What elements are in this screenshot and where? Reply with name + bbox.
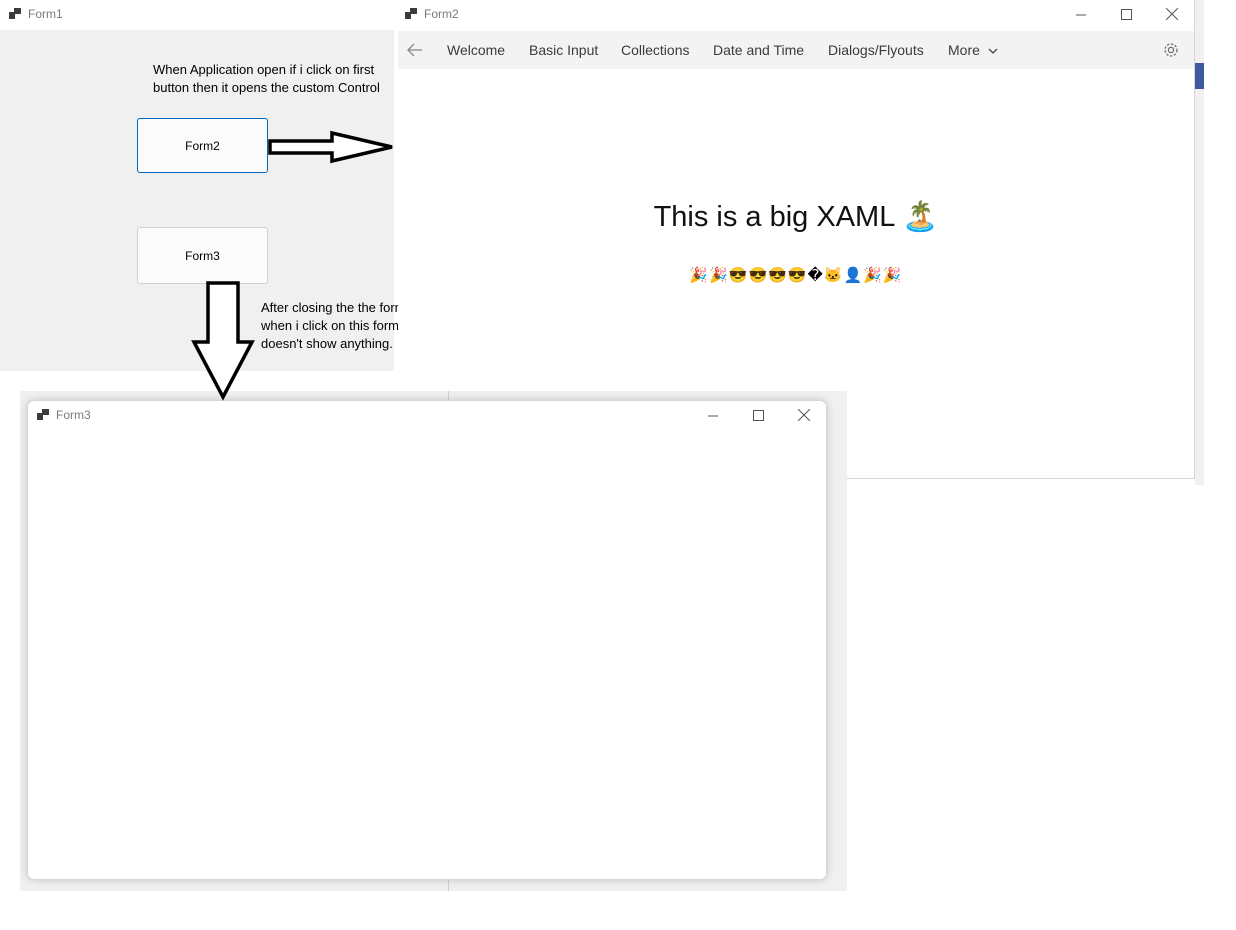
- close-icon: [798, 409, 810, 421]
- form1-titlebar[interactable]: Form1: [0, 0, 394, 30]
- background-window-accent: [1195, 63, 1204, 89]
- nav-item-collections[interactable]: Collections: [621, 42, 689, 58]
- form3-titlebar[interactable]: Form3: [28, 401, 826, 431]
- minimize-icon: [1075, 14, 1086, 15]
- form3-title: Form3: [56, 408, 91, 422]
- nav-item-basic-input[interactable]: Basic Input: [529, 42, 598, 58]
- instruction-note-top: When Application open if i click on firs…: [153, 62, 380, 95]
- arrow-down-outline-icon: [191, 281, 255, 401]
- gear-icon: [1164, 43, 1178, 57]
- close-button[interactable]: [781, 401, 827, 429]
- navigation-bar: Welcome Basic Input Collections Date and…: [398, 31, 1194, 69]
- minimize-button[interactable]: [690, 401, 736, 429]
- back-button[interactable]: [406, 41, 424, 59]
- close-button[interactable]: [1149, 0, 1195, 28]
- arrow-left-icon: [407, 43, 422, 57]
- form1-title: Form1: [28, 7, 63, 21]
- arrow-right-outline-icon: [268, 130, 393, 164]
- emoji-line: 🎉🎉😎😎😎😎�🐱👤🎉🎉: [689, 267, 903, 284]
- maximize-icon: [1120, 8, 1132, 20]
- maximize-button[interactable]: [1103, 0, 1149, 28]
- nav-item-welcome[interactable]: Welcome: [447, 42, 505, 58]
- app-icon: [9, 8, 21, 19]
- maximize-icon: [752, 409, 764, 421]
- nav-item-date-and-time[interactable]: Date and Time: [713, 42, 804, 58]
- form2-titlebar[interactable]: Form2: [398, 0, 1194, 30]
- minimize-icon: [707, 415, 718, 416]
- form3-window: Form3: [27, 400, 827, 880]
- app-icon: [37, 409, 49, 420]
- page-heading: This is a big XAML 🏝️: [653, 201, 939, 233]
- settings-button[interactable]: [1162, 41, 1180, 59]
- close-icon: [1166, 8, 1178, 20]
- maximize-button[interactable]: [735, 401, 781, 429]
- nav-item-more[interactable]: More: [948, 42, 998, 58]
- nav-item-more-label: More: [948, 42, 980, 58]
- form3-button[interactable]: Form3: [137, 227, 268, 284]
- form2-button[interactable]: Form2: [137, 118, 268, 173]
- form2-title: Form2: [424, 7, 459, 21]
- minimize-button[interactable]: [1058, 0, 1104, 28]
- app-icon: [405, 8, 417, 19]
- chevron-down-icon: [988, 48, 998, 54]
- nav-item-dialogs-flyouts[interactable]: Dialogs/Flyouts: [828, 42, 924, 58]
- background-window-edge: [1195, 0, 1204, 485]
